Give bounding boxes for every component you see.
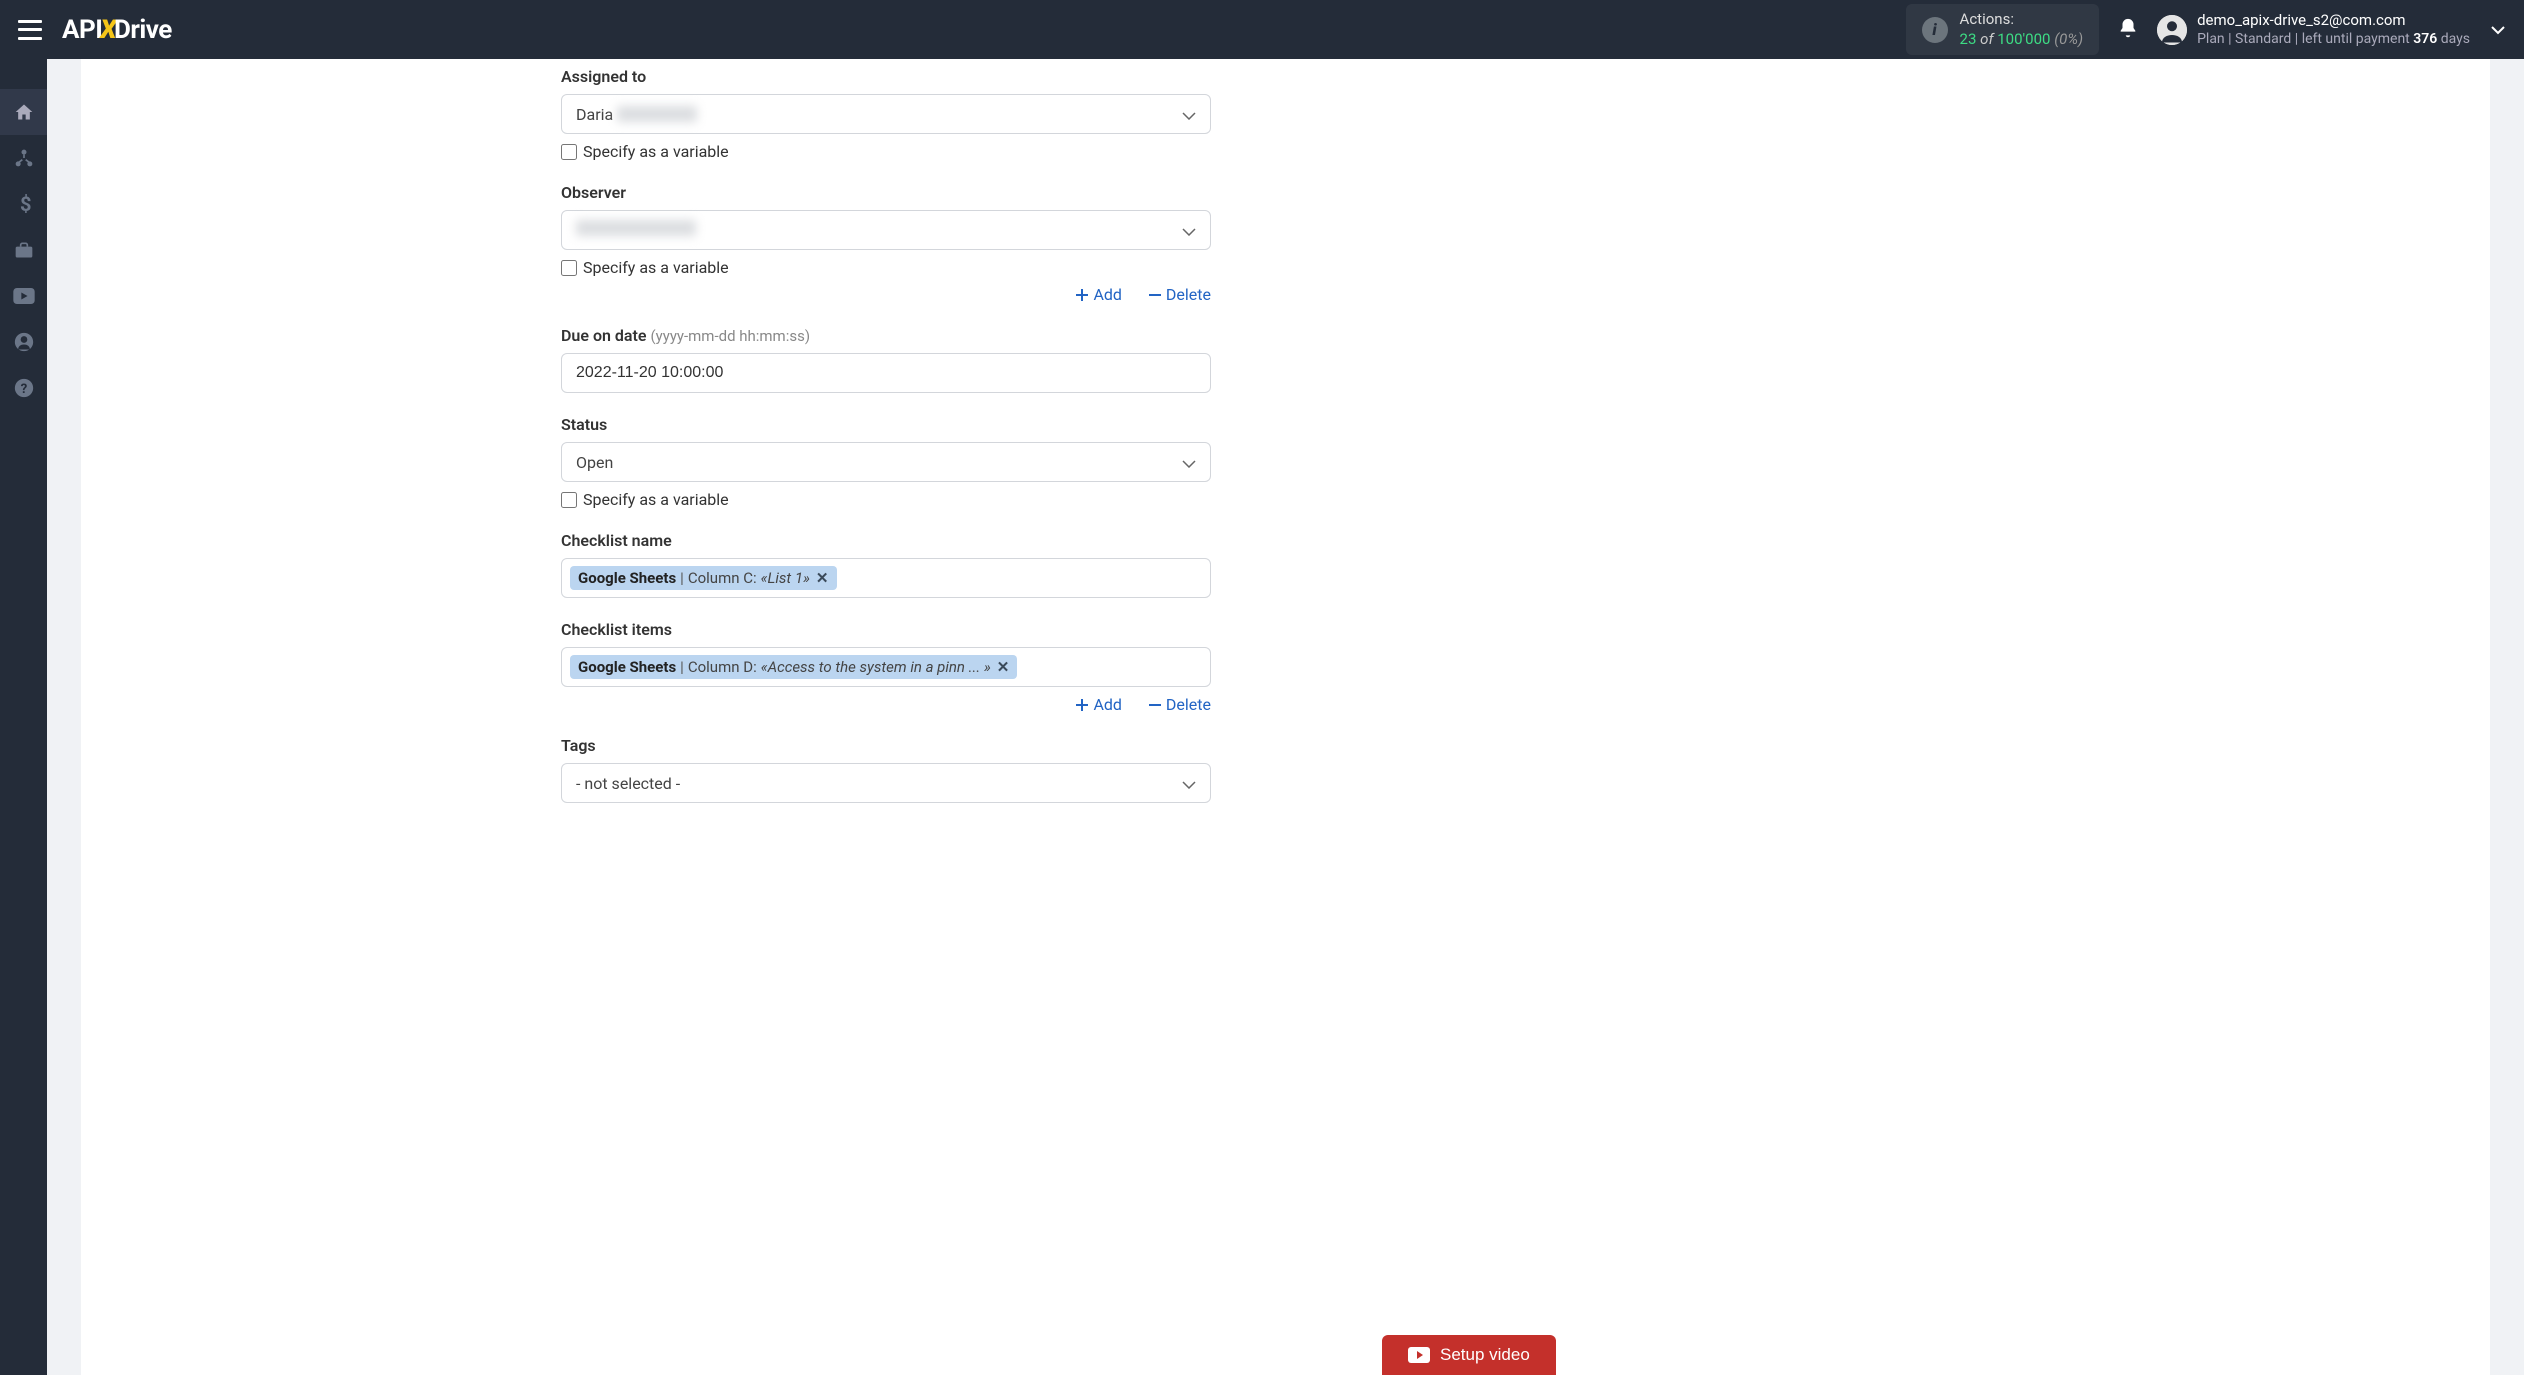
bell-icon[interactable]	[2117, 17, 2139, 43]
tags-select[interactable]: - not selected -	[561, 763, 1211, 803]
topbar: APIXDrive i Actions: 23 of 100'000 (0%)	[0, 0, 2524, 59]
due-date-label: Due on date (yyyy-mm-dd hh:mm:ss)	[561, 326, 1211, 345]
svg-text:$: $	[20, 193, 31, 215]
youtube-icon	[1408, 1347, 1430, 1363]
checklist-name-tag: Google Sheets | Column C: «List 1» ✕	[570, 566, 837, 590]
sidebar-billing[interactable]: $	[0, 181, 47, 227]
field-due-date: Due on date (yyyy-mm-dd hh:mm:ss)	[561, 326, 1211, 393]
checkbox-input[interactable]	[561, 260, 577, 276]
add-link[interactable]: Add	[1075, 285, 1121, 304]
page: Assigned to Daria Specify as a variable	[47, 59, 2524, 1375]
sidebar-help[interactable]: ?	[0, 365, 47, 411]
chevron-down-icon	[1182, 105, 1196, 124]
sidebar-briefcase[interactable]	[0, 227, 47, 273]
observer-variable-checkbox[interactable]: Specify as a variable	[561, 258, 1211, 277]
observer-blurred	[576, 220, 696, 236]
observer-label: Observer	[561, 183, 1211, 202]
sidebar-connections[interactable]	[0, 135, 47, 181]
actions-label: Actions:	[1960, 10, 2084, 30]
tags-label: Tags	[561, 736, 1211, 755]
status-variable-checkbox[interactable]: Specify as a variable	[561, 490, 1211, 509]
checklist-name-label: Checklist name	[561, 531, 1211, 550]
actions-badge[interactable]: i Actions: 23 of 100'000 (0%)	[1906, 4, 2100, 55]
checklist-name-input[interactable]: Google Sheets | Column C: «List 1» ✕	[561, 558, 1211, 598]
sidebar-profile[interactable]	[0, 319, 47, 365]
add-link[interactable]: Add	[1075, 695, 1121, 714]
chevron-down-icon	[1182, 453, 1196, 472]
assigned-to-select[interactable]: Daria	[561, 94, 1211, 134]
svg-text:?: ?	[20, 382, 27, 397]
logo[interactable]: APIXDrive	[62, 15, 172, 45]
assigned-to-blurred	[617, 106, 697, 122]
chevron-down-icon	[1182, 774, 1196, 793]
actions-pct: (0%)	[2054, 30, 2083, 48]
checklist-items-label: Checklist items	[561, 620, 1211, 639]
user-block[interactable]: demo_apix-drive_s2@com.com Plan | Standa…	[2157, 11, 2506, 49]
menu-toggle-icon[interactable]	[18, 20, 42, 40]
delete-link[interactable]: Delete	[1148, 285, 1211, 304]
status-select[interactable]: Open	[561, 442, 1211, 482]
assigned-to-label: Assigned to	[561, 67, 1211, 86]
actions-used: 23	[1960, 30, 1977, 48]
user-plan: Plan | Standard | left until payment 376…	[2197, 30, 2470, 48]
assigned-to-variable-checkbox[interactable]: Specify as a variable	[561, 142, 1211, 161]
tag-remove-icon[interactable]: ✕	[816, 569, 829, 587]
field-checklist-items: Checklist items Google Sheets | Column D…	[561, 620, 1211, 714]
checkbox-input[interactable]	[561, 144, 577, 160]
delete-link[interactable]: Delete	[1148, 695, 1211, 714]
chevron-down-icon[interactable]	[2490, 20, 2506, 39]
field-observer: Observer Specify as a variable	[561, 183, 1211, 304]
tags-value: - not selected -	[576, 774, 1182, 793]
status-label: Status	[561, 415, 1211, 434]
actions-total: 100'000	[1997, 30, 2050, 48]
info-icon: i	[1922, 17, 1948, 43]
assigned-to-value: Daria	[576, 105, 613, 124]
checklist-items-tag: Google Sheets | Column D: «Access to the…	[570, 655, 1017, 679]
sidebar-video[interactable]	[0, 273, 47, 319]
status-value: Open	[576, 453, 1182, 472]
due-date-input[interactable]	[561, 353, 1211, 393]
avatar-icon	[2157, 15, 2187, 45]
actions-of: of	[1980, 30, 1993, 48]
field-assigned-to: Assigned to Daria Specify as a variable	[561, 67, 1211, 161]
field-checklist-name: Checklist name Google Sheets | Column C:…	[561, 531, 1211, 598]
setup-video-button[interactable]: Setup video	[1382, 1335, 1556, 1375]
tag-remove-icon[interactable]: ✕	[997, 658, 1010, 676]
checkbox-input[interactable]	[561, 492, 577, 508]
sidebar-home[interactable]	[0, 89, 47, 135]
field-tags: Tags - not selected -	[561, 736, 1211, 803]
sidebar: $ ?	[0, 59, 47, 1375]
observer-select[interactable]	[561, 210, 1211, 250]
checklist-items-input[interactable]: Google Sheets | Column D: «Access to the…	[561, 647, 1211, 687]
user-email: demo_apix-drive_s2@com.com	[2197, 11, 2470, 31]
chevron-down-icon	[1182, 221, 1196, 240]
field-status: Status Open Specify as a variable	[561, 415, 1211, 509]
